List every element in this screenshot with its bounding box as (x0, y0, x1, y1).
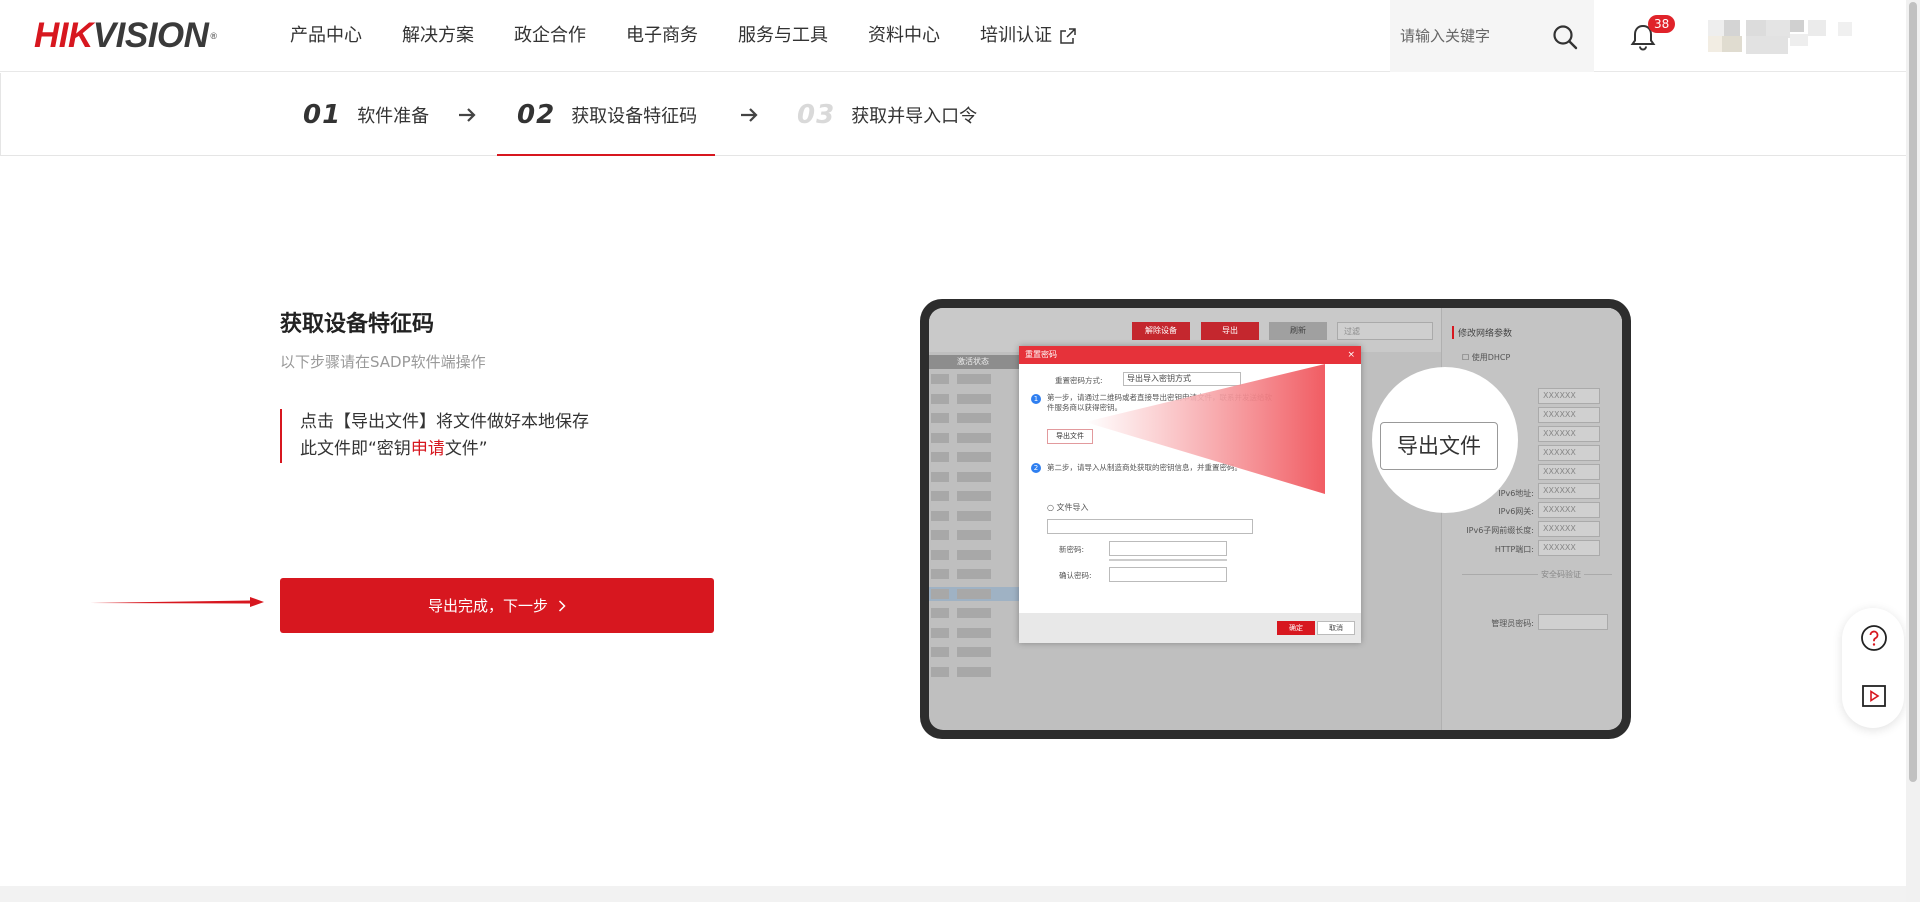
chevron-right-icon (558, 599, 566, 612)
illustration-screen: 解除设备 导出 刷新 过滤 激活状态 修改网络参数 ☐ 使用DHCP XXXXX… (929, 308, 1622, 730)
user-avatar[interactable] (1708, 20, 1862, 54)
scrollbar-thumb[interactable] (1909, 2, 1917, 782)
arrow-right-icon (741, 108, 758, 122)
help-icon[interactable] (1860, 624, 1888, 652)
instruction-line-1: 点击【导出文件】将文件做好本地保存 (300, 412, 589, 432)
logo-text-red: HIK (34, 16, 93, 55)
nav-item-services-tools[interactable]: 服务与工具 (738, 22, 828, 50)
illustration-zoom-export-button: 导出文件 (1380, 422, 1498, 470)
step-label: 获取设备特征码 (571, 105, 698, 127)
step-3[interactable]: 03 获取并导入口令 (797, 73, 977, 156)
main-nav: 产品中心 解决方案 政企合作 电子商务 服务与工具 资料中心 培训认证 (290, 22, 1116, 50)
arrow-right-icon (459, 108, 476, 122)
step-number: 02 (517, 99, 556, 130)
search-icon[interactable] (1552, 24, 1578, 50)
footer-strip (0, 886, 1906, 902)
next-step-button[interactable]: 导出完成，下一步 (280, 578, 714, 633)
site-header: HIKVISION ® 产品中心 解决方案 政企合作 电子商务 服务与工具 资料中… (0, 0, 1906, 72)
nav-item-ecommerce[interactable]: 电子商务 (626, 22, 698, 50)
nav-item-training[interactable]: 培训认证 (980, 22, 1076, 50)
search-input[interactable] (1400, 27, 1540, 45)
hikvision-logo[interactable]: HIKVISION ® (34, 18, 217, 54)
step-label: 获取并导入口令 (851, 105, 978, 127)
highlight-beam (1085, 364, 1325, 494)
external-link-icon (1060, 28, 1076, 44)
instruction-block: 点击【导出文件】将文件做好本地保存 此文件即“密钥申请文件” (280, 409, 589, 463)
scrollbar[interactable] (1906, 0, 1920, 902)
step-number: 03 (797, 99, 836, 130)
nav-item-solutions[interactable]: 解决方案 (402, 22, 474, 50)
step-2[interactable]: 02 获取设备特征码 (496, 73, 716, 156)
page-title: 获取设备特征码 (280, 312, 435, 337)
page-subtitle: 以下步骤请在SADP软件端操作 (280, 353, 486, 371)
nav-item-government[interactable]: 政企合作 (514, 22, 586, 50)
floating-toolbar (1842, 608, 1904, 728)
step-1[interactable]: 01 软件准备 (303, 73, 429, 156)
instruction-line-2: 此文件即“密钥申请文件” (300, 439, 488, 459)
video-play-icon[interactable] (1860, 682, 1888, 710)
steps-bar: 01 软件准备 02 获取设备特征码 03 获取并导入口令 (0, 73, 1906, 156)
step-label: 软件准备 (357, 105, 430, 127)
sadp-illustration: 解除设备 导出 刷新 过滤 激活状态 修改网络参数 ☐ 使用DHCP XXXXX… (920, 299, 1631, 739)
logo-text-dark: VISION (92, 16, 209, 55)
next-step-label: 导出完成，下一步 (427, 597, 548, 615)
notification-badge: 38 (1648, 15, 1676, 33)
search-box (1390, 0, 1594, 72)
nav-item-products[interactable]: 产品中心 (290, 22, 362, 50)
logo-registered-mark: ® (210, 31, 217, 41)
pointer-arrow-icon (90, 597, 264, 607)
step-number: 01 (303, 99, 342, 130)
nav-item-resources[interactable]: 资料中心 (868, 22, 940, 50)
